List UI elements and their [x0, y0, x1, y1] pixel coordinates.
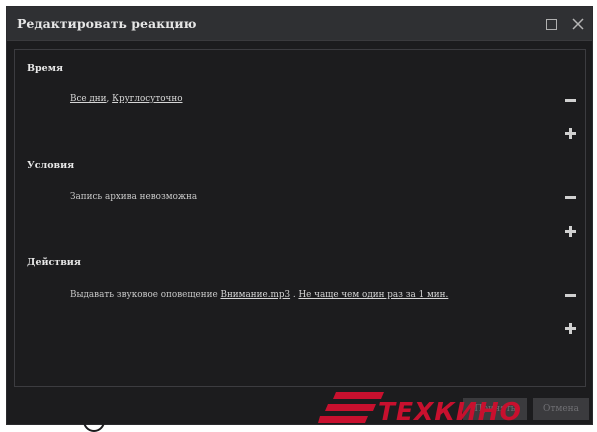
section-title-time: Время	[27, 63, 63, 74]
hours-link[interactable]: Круглосуточно	[112, 94, 182, 104]
edit-reaction-dialog: Редактировать реакцию Время Все дни, Кру…	[6, 6, 593, 425]
action-row: Выдавать звуковое оповещение Внимание.mp…	[70, 290, 448, 300]
frequency-link[interactable]: Не чаще чем один раз за 1 мин.	[298, 290, 448, 300]
watermark-logo: ТЕХКИНО	[378, 397, 522, 426]
add-time-button[interactable]	[563, 126, 577, 140]
section-title-conditions: Условия	[27, 160, 75, 171]
minus-icon	[565, 99, 576, 102]
action-separator: .	[292, 290, 296, 300]
maximize-icon	[546, 19, 557, 30]
plus-icon-vertical	[569, 225, 572, 237]
remove-action-button[interactable]	[563, 288, 577, 302]
time-separator: ,	[106, 94, 110, 104]
remove-condition-button[interactable]	[563, 190, 577, 204]
close-icon	[572, 18, 584, 30]
minus-icon	[565, 196, 576, 199]
close-button[interactable]	[570, 16, 586, 32]
action-prefix: Выдавать звуковое оповещение	[70, 290, 218, 300]
window-title: Редактировать реакцию	[17, 16, 197, 31]
title-bar: Редактировать реакцию	[7, 7, 592, 41]
add-condition-button[interactable]	[563, 224, 577, 238]
condition-text: Запись архива невозможна	[70, 192, 198, 202]
add-action-button[interactable]	[563, 321, 577, 335]
plus-icon-vertical	[569, 127, 572, 139]
remove-time-button[interactable]	[563, 93, 577, 107]
sound-file-link[interactable]: Внимание.mp3	[220, 290, 290, 300]
days-link[interactable]: Все дни	[70, 94, 107, 104]
minus-icon	[565, 294, 576, 297]
maximize-button[interactable]	[543, 16, 559, 32]
cancel-button[interactable]: Отмена	[533, 398, 589, 420]
cursor-artifact	[83, 410, 105, 432]
plus-icon-vertical	[569, 322, 572, 334]
time-row: Все дни, Круглосуточно	[70, 94, 183, 104]
section-title-actions: Действия	[27, 257, 81, 268]
reaction-content-panel: Время Все дни, Круглосуточно Условия Зап…	[14, 49, 586, 387]
